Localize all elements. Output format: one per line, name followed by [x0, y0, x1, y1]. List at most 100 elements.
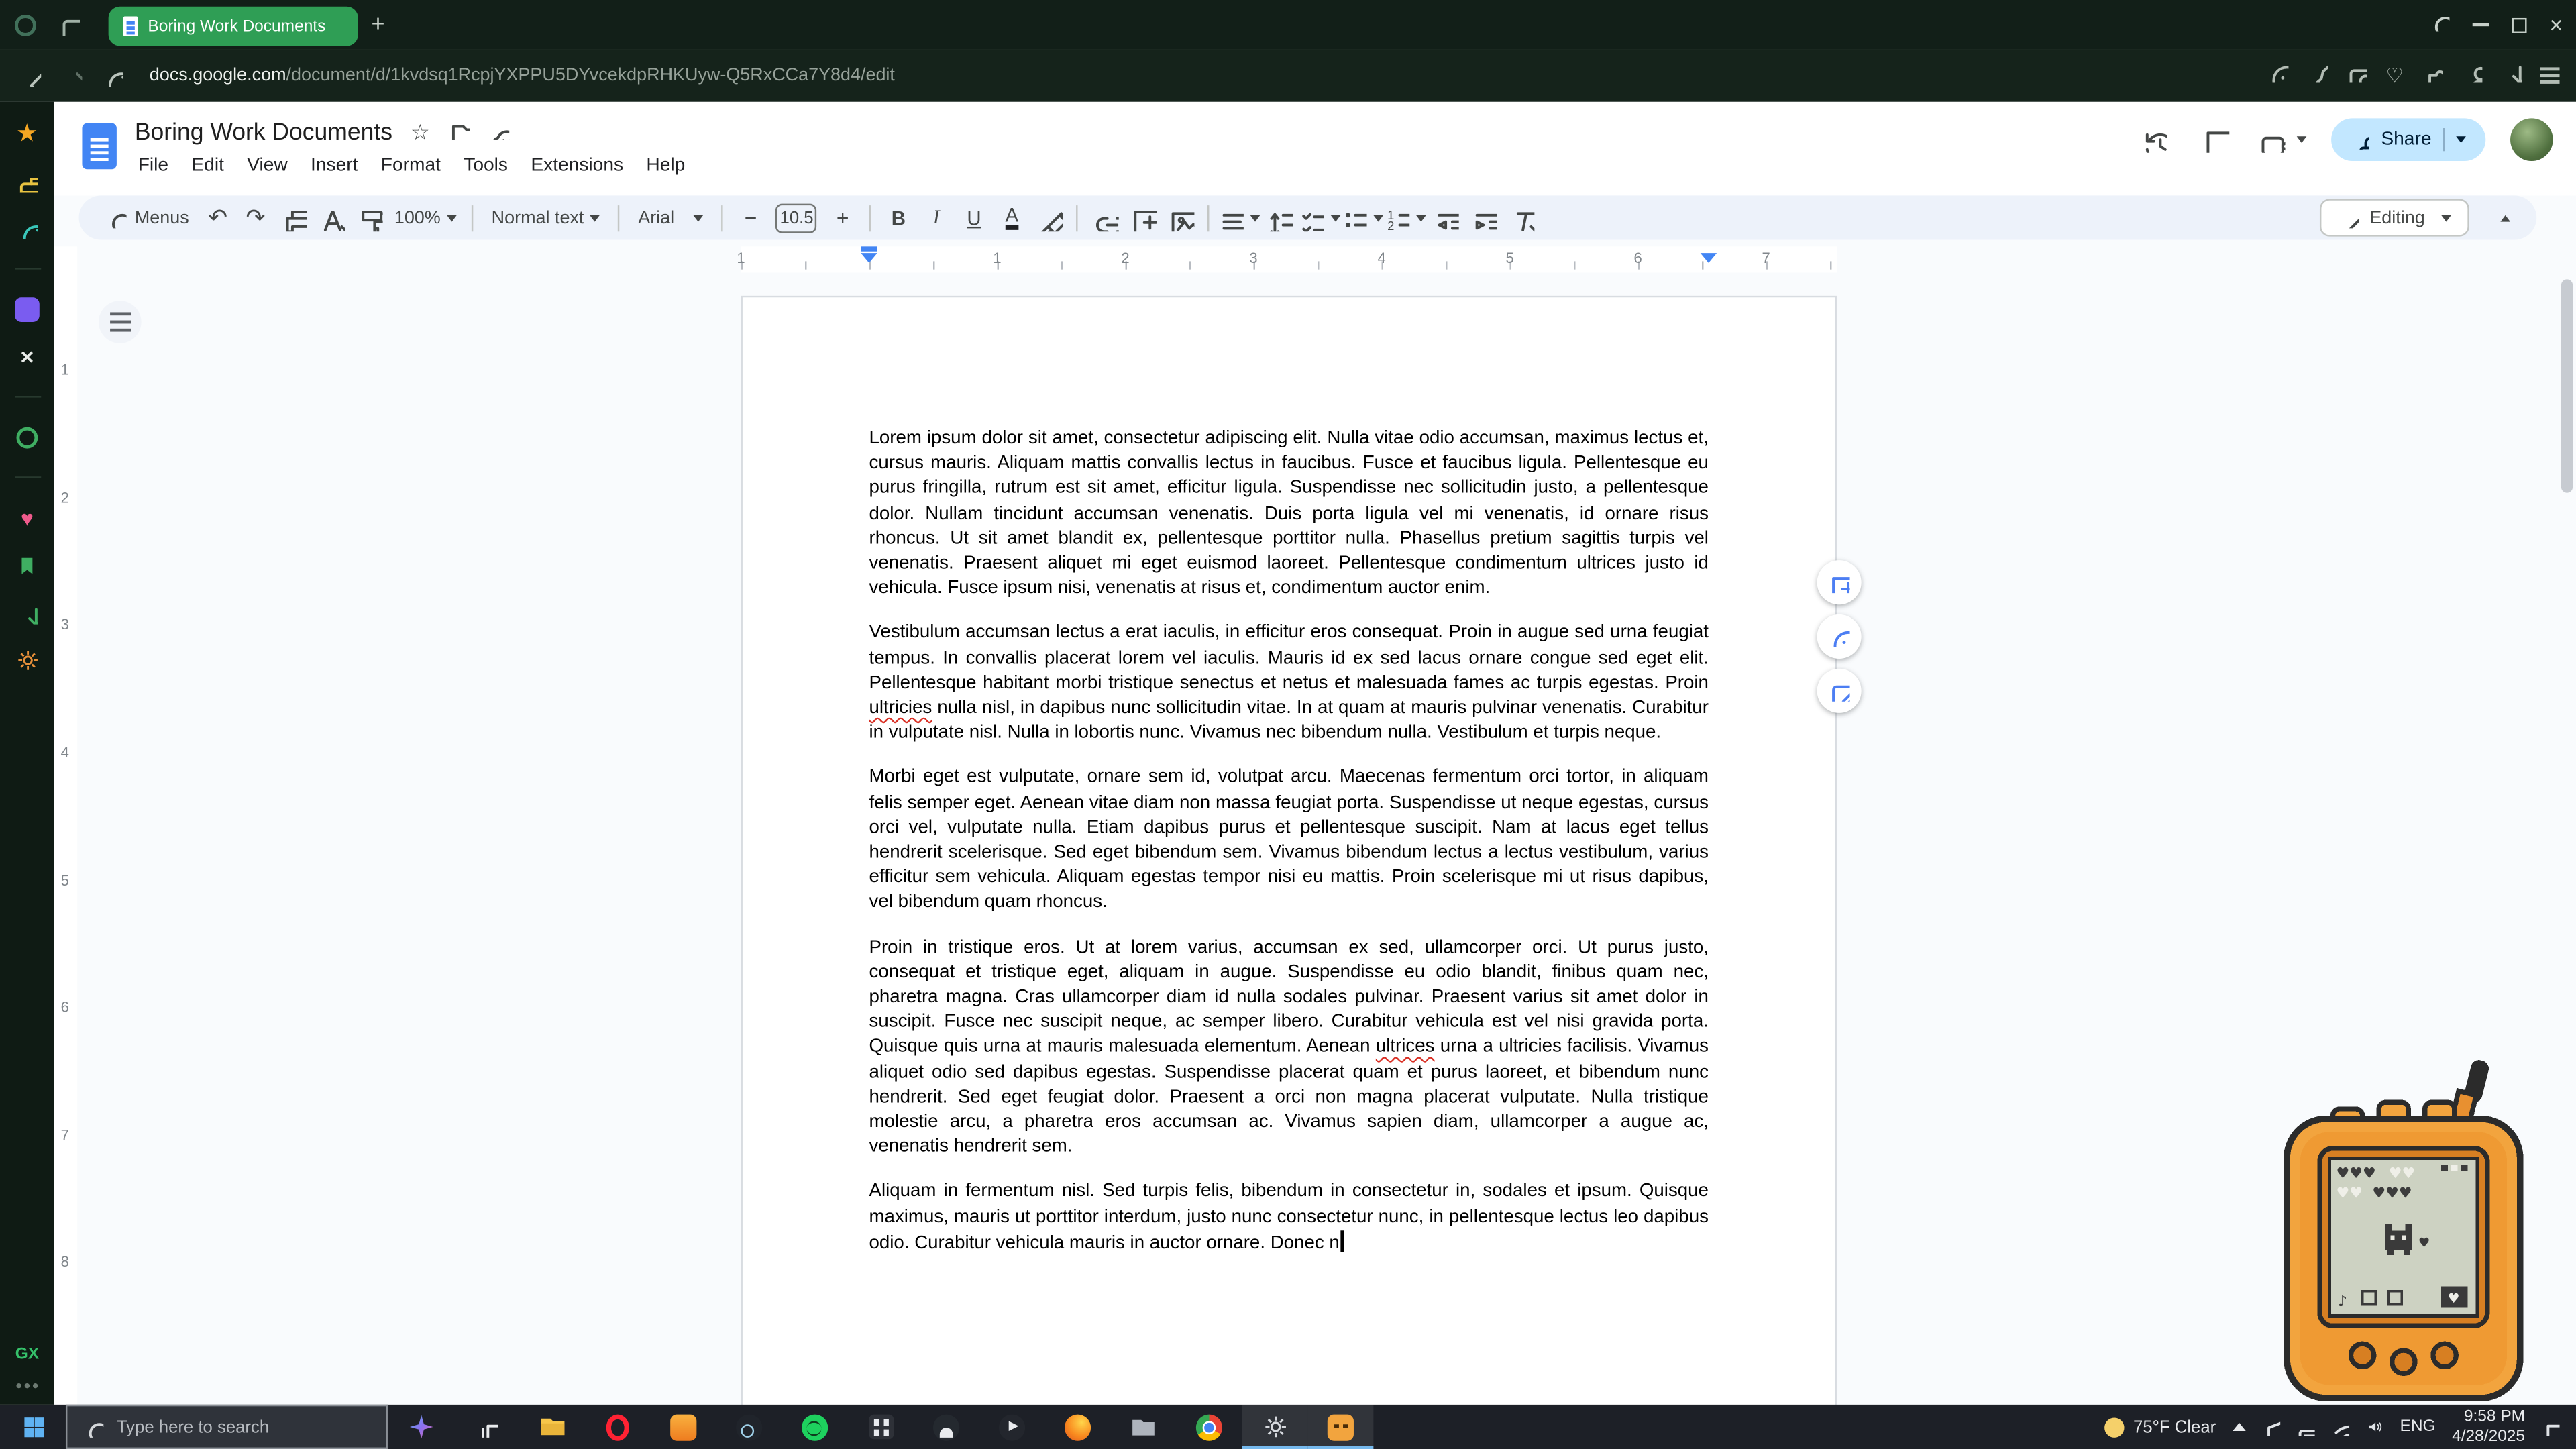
left-indent-marker[interactable] — [861, 246, 877, 262]
downloads-icon[interactable] — [9, 595, 45, 631]
scrollbar[interactable] — [2561, 279, 2573, 492]
docs-logo-icon[interactable] — [82, 123, 116, 170]
profile-icon[interactable] — [2461, 61, 2483, 91]
taskbar-search-box[interactable]: Type here to search — [66, 1405, 388, 1449]
margin-add-comment-button[interactable] — [1817, 560, 1862, 604]
folder-app-icon[interactable] — [1111, 1405, 1177, 1449]
move-folder-icon[interactable] — [447, 118, 469, 148]
line-spacing-button[interactable] — [1260, 199, 1298, 236]
taskbar-app-icon-dark-round[interactable] — [914, 1405, 979, 1449]
paragraph[interactable]: Proin in tristique eros. Ut at lorem var… — [869, 936, 1709, 1161]
numbered-list-button[interactable]: 123 — [1384, 199, 1427, 236]
back-button[interactable] — [19, 65, 41, 87]
file-explorer-icon[interactable] — [519, 1405, 585, 1449]
settings-gear-icon[interactable] — [9, 643, 45, 679]
menu-view[interactable]: View — [235, 151, 299, 180]
menu-format[interactable]: Format — [370, 151, 452, 180]
insert-image-button[interactable] — [1162, 199, 1199, 236]
pin-icon[interactable] — [2307, 61, 2328, 91]
increase-indent-button[interactable] — [1464, 199, 1502, 236]
browser-menu-icon[interactable] — [2540, 74, 2559, 77]
security-shield-icon[interactable] — [2262, 1417, 2280, 1436]
clear-formatting-button[interactable] — [1502, 199, 1540, 236]
menu-edit[interactable]: Edit — [180, 151, 235, 180]
increase-font-size-button[interactable]: + — [824, 199, 861, 236]
print-button[interactable] — [274, 199, 312, 236]
star-document-icon[interactable]: ☆ — [411, 120, 430, 146]
decrease-indent-button[interactable] — [1427, 199, 1464, 236]
zoom-select[interactable]: 100% — [388, 199, 464, 236]
window-close-button[interactable]: × — [2549, 15, 2563, 34]
sync-icon[interactable] — [9, 210, 45, 246]
editing-mode-select[interactable]: Editing — [2320, 199, 2469, 236]
redo-button[interactable]: ↷ — [237, 199, 274, 236]
virtual-pet-app-icon[interactable] — [1307, 1405, 1373, 1449]
start-button[interactable] — [0, 1405, 66, 1449]
action-center-icon[interactable] — [2542, 1417, 2560, 1436]
italic-button[interactable]: I — [918, 199, 955, 236]
new-tab-button[interactable]: + — [371, 10, 384, 36]
heart-icon[interactable]: ♡ — [2385, 64, 2403, 87]
menu-file[interactable]: File — [127, 151, 180, 180]
font-select[interactable]: Arial — [629, 199, 714, 236]
x-app-icon[interactable]: × — [9, 338, 45, 374]
checklist-button[interactable] — [1299, 199, 1342, 236]
right-indent-marker[interactable] — [1701, 253, 1717, 263]
firefox-browser-icon[interactable] — [1045, 1405, 1111, 1449]
wifi-icon[interactable] — [2331, 1417, 2349, 1436]
taskbar-app-icon-green[interactable] — [782, 1405, 848, 1449]
paragraph[interactable]: Aliquam in fermentum nisl. Sed turpis fe… — [869, 1181, 1709, 1257]
spellcheck-button[interactable] — [312, 199, 350, 236]
weather-button[interactable]: 75°F Clear — [2104, 1417, 2216, 1436]
opera-browser-icon[interactable] — [585, 1405, 651, 1449]
sidebar-app-icon-purple[interactable] — [9, 290, 45, 327]
share-dropdown-icon[interactable] — [2456, 136, 2466, 143]
language-indicator[interactable]: ENG — [2400, 1417, 2436, 1436]
battery-icon[interactable] — [2296, 1417, 2314, 1436]
document-page[interactable]: Lorem ipsum dolor sit amet, consectetur … — [741, 296, 1836, 1446]
menu-extensions[interactable]: Extensions — [519, 151, 635, 180]
browser-tab[interactable]: Boring Work Documents — [109, 7, 358, 46]
bold-button[interactable]: B — [879, 199, 917, 236]
favorites-heart-icon[interactable]: ♥ — [9, 499, 45, 535]
taskbar-app-icon-play[interactable] — [979, 1405, 1045, 1449]
reload-button[interactable] — [102, 65, 123, 87]
text-color-button[interactable]: A — [993, 199, 1030, 236]
messenger-ring-icon[interactable] — [9, 419, 45, 455]
align-button[interactable] — [1218, 199, 1261, 236]
insert-link-button[interactable] — [1087, 199, 1124, 236]
easy-setup-icon[interactable] — [2267, 61, 2289, 91]
window-maximize-button[interactable] — [2512, 17, 2526, 32]
copilot-button[interactable] — [388, 1405, 453, 1449]
bulleted-list-button[interactable] — [1341, 199, 1384, 236]
account-avatar[interactable] — [2510, 118, 2553, 161]
url-field[interactable]: docs.google.com/document/d/1kvdsq1RcpjYX… — [150, 66, 895, 85]
document-outline-button[interactable] — [99, 301, 142, 343]
share-button[interactable]: Share — [2332, 118, 2485, 161]
document-text[interactable]: Lorem ipsum dolor sit amet, consectetur … — [869, 427, 1709, 1257]
version-history-icon[interactable] — [2135, 121, 2172, 158]
collapse-toolbar-button[interactable] — [2482, 199, 2520, 236]
window-minimize-button[interactable] — [2472, 23, 2488, 26]
decrease-font-size-button[interactable]: − — [732, 199, 769, 236]
menu-tools[interactable]: Tools — [452, 151, 519, 180]
clock[interactable]: 9:58 PM 4/28/2025 — [2452, 1407, 2525, 1447]
workspace-briefcase-icon[interactable] — [9, 162, 45, 199]
undo-button[interactable]: ↶ — [199, 199, 236, 236]
virtual-pet-overlay[interactable]: ♥♥♥ ♥♥ ♥♥ ♥♥♥ ♥ ♪ ♥ — [2277, 1046, 2540, 1408]
paragraph[interactable]: Morbi eget est vulputate, ornare sem id,… — [869, 766, 1709, 916]
video-call-icon[interactable] — [2259, 121, 2307, 158]
opera-gx-logo-icon[interactable] — [15, 14, 36, 36]
paragraph[interactable]: Vestibulum accumsan lectus a erat iaculi… — [869, 622, 1709, 747]
paragraph-style-select[interactable]: Normal text — [482, 199, 610, 236]
taskbar-app-icon-grid[interactable] — [848, 1405, 914, 1449]
bookmarks-icon[interactable] — [9, 547, 45, 584]
task-view-button[interactable] — [453, 1405, 519, 1449]
download-icon[interactable] — [2500, 61, 2522, 91]
font-size-input[interactable]: 10.5 — [776, 203, 817, 232]
gx-corner-icon[interactable] — [59, 14, 80, 36]
forward-button[interactable] — [61, 65, 83, 87]
comments-icon[interactable] — [2197, 121, 2235, 158]
settings-app-icon[interactable] — [1242, 1405, 1307, 1449]
menu-insert[interactable]: Insert — [299, 151, 370, 180]
